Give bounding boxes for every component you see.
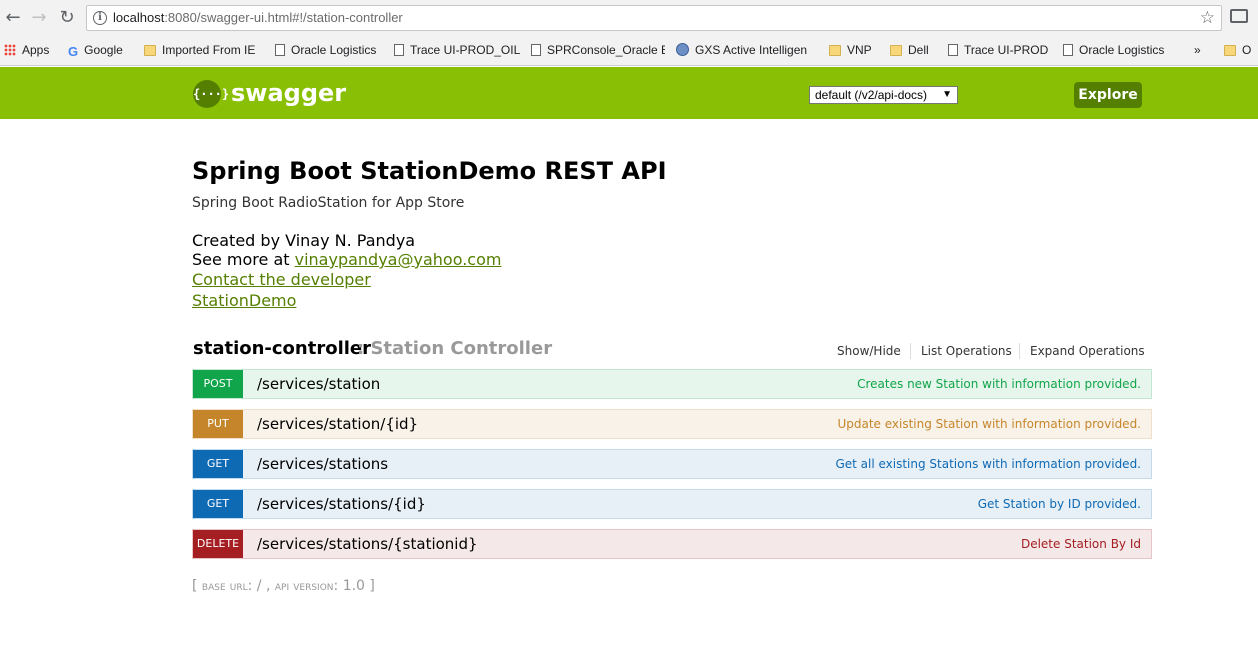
http-method-badge[interactable]: GET [193,490,243,518]
show-hide-link[interactable]: Show/Hide [837,344,901,358]
operation-path[interactable]: /services/station [257,375,380,393]
google-icon: G [68,44,79,59]
bookmark-oracle-logistics[interactable]: Oracle Logistics [275,43,376,57]
see-more: See more at vinaypandya@yahoo.com [192,250,502,269]
operation-row[interactable]: PUT /services/station/{id} Update existi… [192,409,1152,439]
station-demo-link[interactable]: StationDemo [192,291,296,310]
browser-toolbar: ← → ↻ i localhost:8080/swagger-ui.html#!… [0,0,1258,36]
globe-icon [676,43,689,56]
page-icon [275,44,285,56]
operation-path[interactable]: /services/stations/{stationid} [257,535,478,553]
operation-path[interactable]: /services/station/{id} [257,415,418,433]
controller-description: : Station Controller [357,338,553,359]
bookmark-star-icon[interactable]: ☆ [1200,8,1215,28]
operation-summary[interactable]: Creates new Station with information pro… [857,377,1141,391]
swagger-header [0,67,1258,119]
info-icon[interactable]: i [93,11,107,25]
address-bar[interactable]: i localhost:8080/swagger-ui.html#!/stati… [86,5,1222,31]
created-by: Created by Vinay N. Pandya [192,231,416,250]
spec-select[interactable]: default (/v2/api-docs) ▼ [809,86,958,104]
bookmarks-overflow-button[interactable]: » [1194,43,1201,57]
folder-icon [829,45,841,56]
list-operations-link[interactable]: List Operations [921,344,1012,358]
divider [910,343,911,359]
folder-icon [890,45,902,56]
operation-summary[interactable]: Delete Station By Id [1021,537,1141,551]
http-method-badge[interactable]: POST [193,370,243,398]
api-title: Spring Boot StationDemo REST API [192,157,667,185]
bookmark-sprconsole[interactable]: SPRConsole_Oracle E [531,43,665,57]
operation-row[interactable]: GET /services/stations Get all existing … [192,449,1152,479]
operation-summary[interactable]: Get all existing Stations with informati… [835,457,1141,471]
controller-name[interactable]: station-controller [193,338,371,359]
folder-icon [1224,45,1236,56]
swagger-logo-text[interactable]: swagger [231,79,346,107]
api-version-label: api version [274,579,334,594]
swagger-logo-icon[interactable]: {···} [193,80,229,108]
reload-icon[interactable]: ↻ [56,7,78,29]
http-method-badge[interactable]: DELETE [193,530,243,558]
operation-summary[interactable]: Update existing Station with information… [837,417,1141,431]
bookmark-google[interactable]: G Google [68,43,123,59]
http-method-badge[interactable]: PUT [193,410,243,438]
bookmark-trace-ui-prod-oil[interactable]: Trace UI-PROD_OIL [394,43,520,57]
operation-summary[interactable]: Get Station by ID provided. [978,497,1141,511]
back-icon[interactable]: ← [2,7,24,29]
bookmarks-bar: Apps G Google Imported From IE Oracle Log… [0,36,1258,66]
page-icon [394,44,404,56]
explore-button[interactable]: Explore [1074,82,1142,108]
http-method-badge[interactable]: GET [193,450,243,478]
bookmark-vnp[interactable]: VNP [829,43,872,57]
bookmark-trace-ui-prod[interactable]: Trace UI-PROD [948,43,1048,57]
apps-grid-icon [4,44,16,56]
operation-row[interactable]: DELETE /services/stations/{stationid} De… [192,529,1152,559]
forward-icon[interactable]: → [28,7,50,29]
email-link[interactable]: vinaypandya@yahoo.com [295,250,502,269]
page-icon [531,44,541,56]
operation-path[interactable]: /services/stations [257,455,388,473]
dropdown-caret-icon: ▼ [942,89,952,100]
bookmark-apps[interactable]: Apps [4,43,49,57]
operation-path[interactable]: /services/stations/{id} [257,495,426,513]
bookmark-dell[interactable]: Dell [890,43,929,57]
operation-row[interactable]: GET /services/stations/{id} Get Station … [192,489,1152,519]
bookmark-gxs[interactable]: GXS Active Intelligen [676,43,816,57]
bookmark-oracle-logistics-2[interactable]: Oracle Logistics [1063,43,1164,57]
bookmark-other[interactable]: O [1224,43,1251,57]
bookmark-imported-from-ie[interactable]: Imported From IE [144,43,255,57]
page-icon [1063,44,1073,56]
page-icon [948,44,958,56]
api-description: Spring Boot RadioStation for App Store [192,195,465,211]
api-footer: [ base url: / , api version: 1.0 ] [192,578,375,594]
url-text[interactable]: localhost:8080/swagger-ui.html#!/station… [113,10,403,25]
operation-row[interactable]: POST /services/station Creates new Stati… [192,369,1152,399]
expand-operations-link[interactable]: Expand Operations [1030,344,1145,358]
divider [1019,343,1020,359]
folder-icon [144,45,156,56]
base-url-label: base url [201,579,248,594]
contact-developer-link[interactable]: Contact the developer [192,270,371,289]
cast-icon[interactable] [1230,9,1248,23]
